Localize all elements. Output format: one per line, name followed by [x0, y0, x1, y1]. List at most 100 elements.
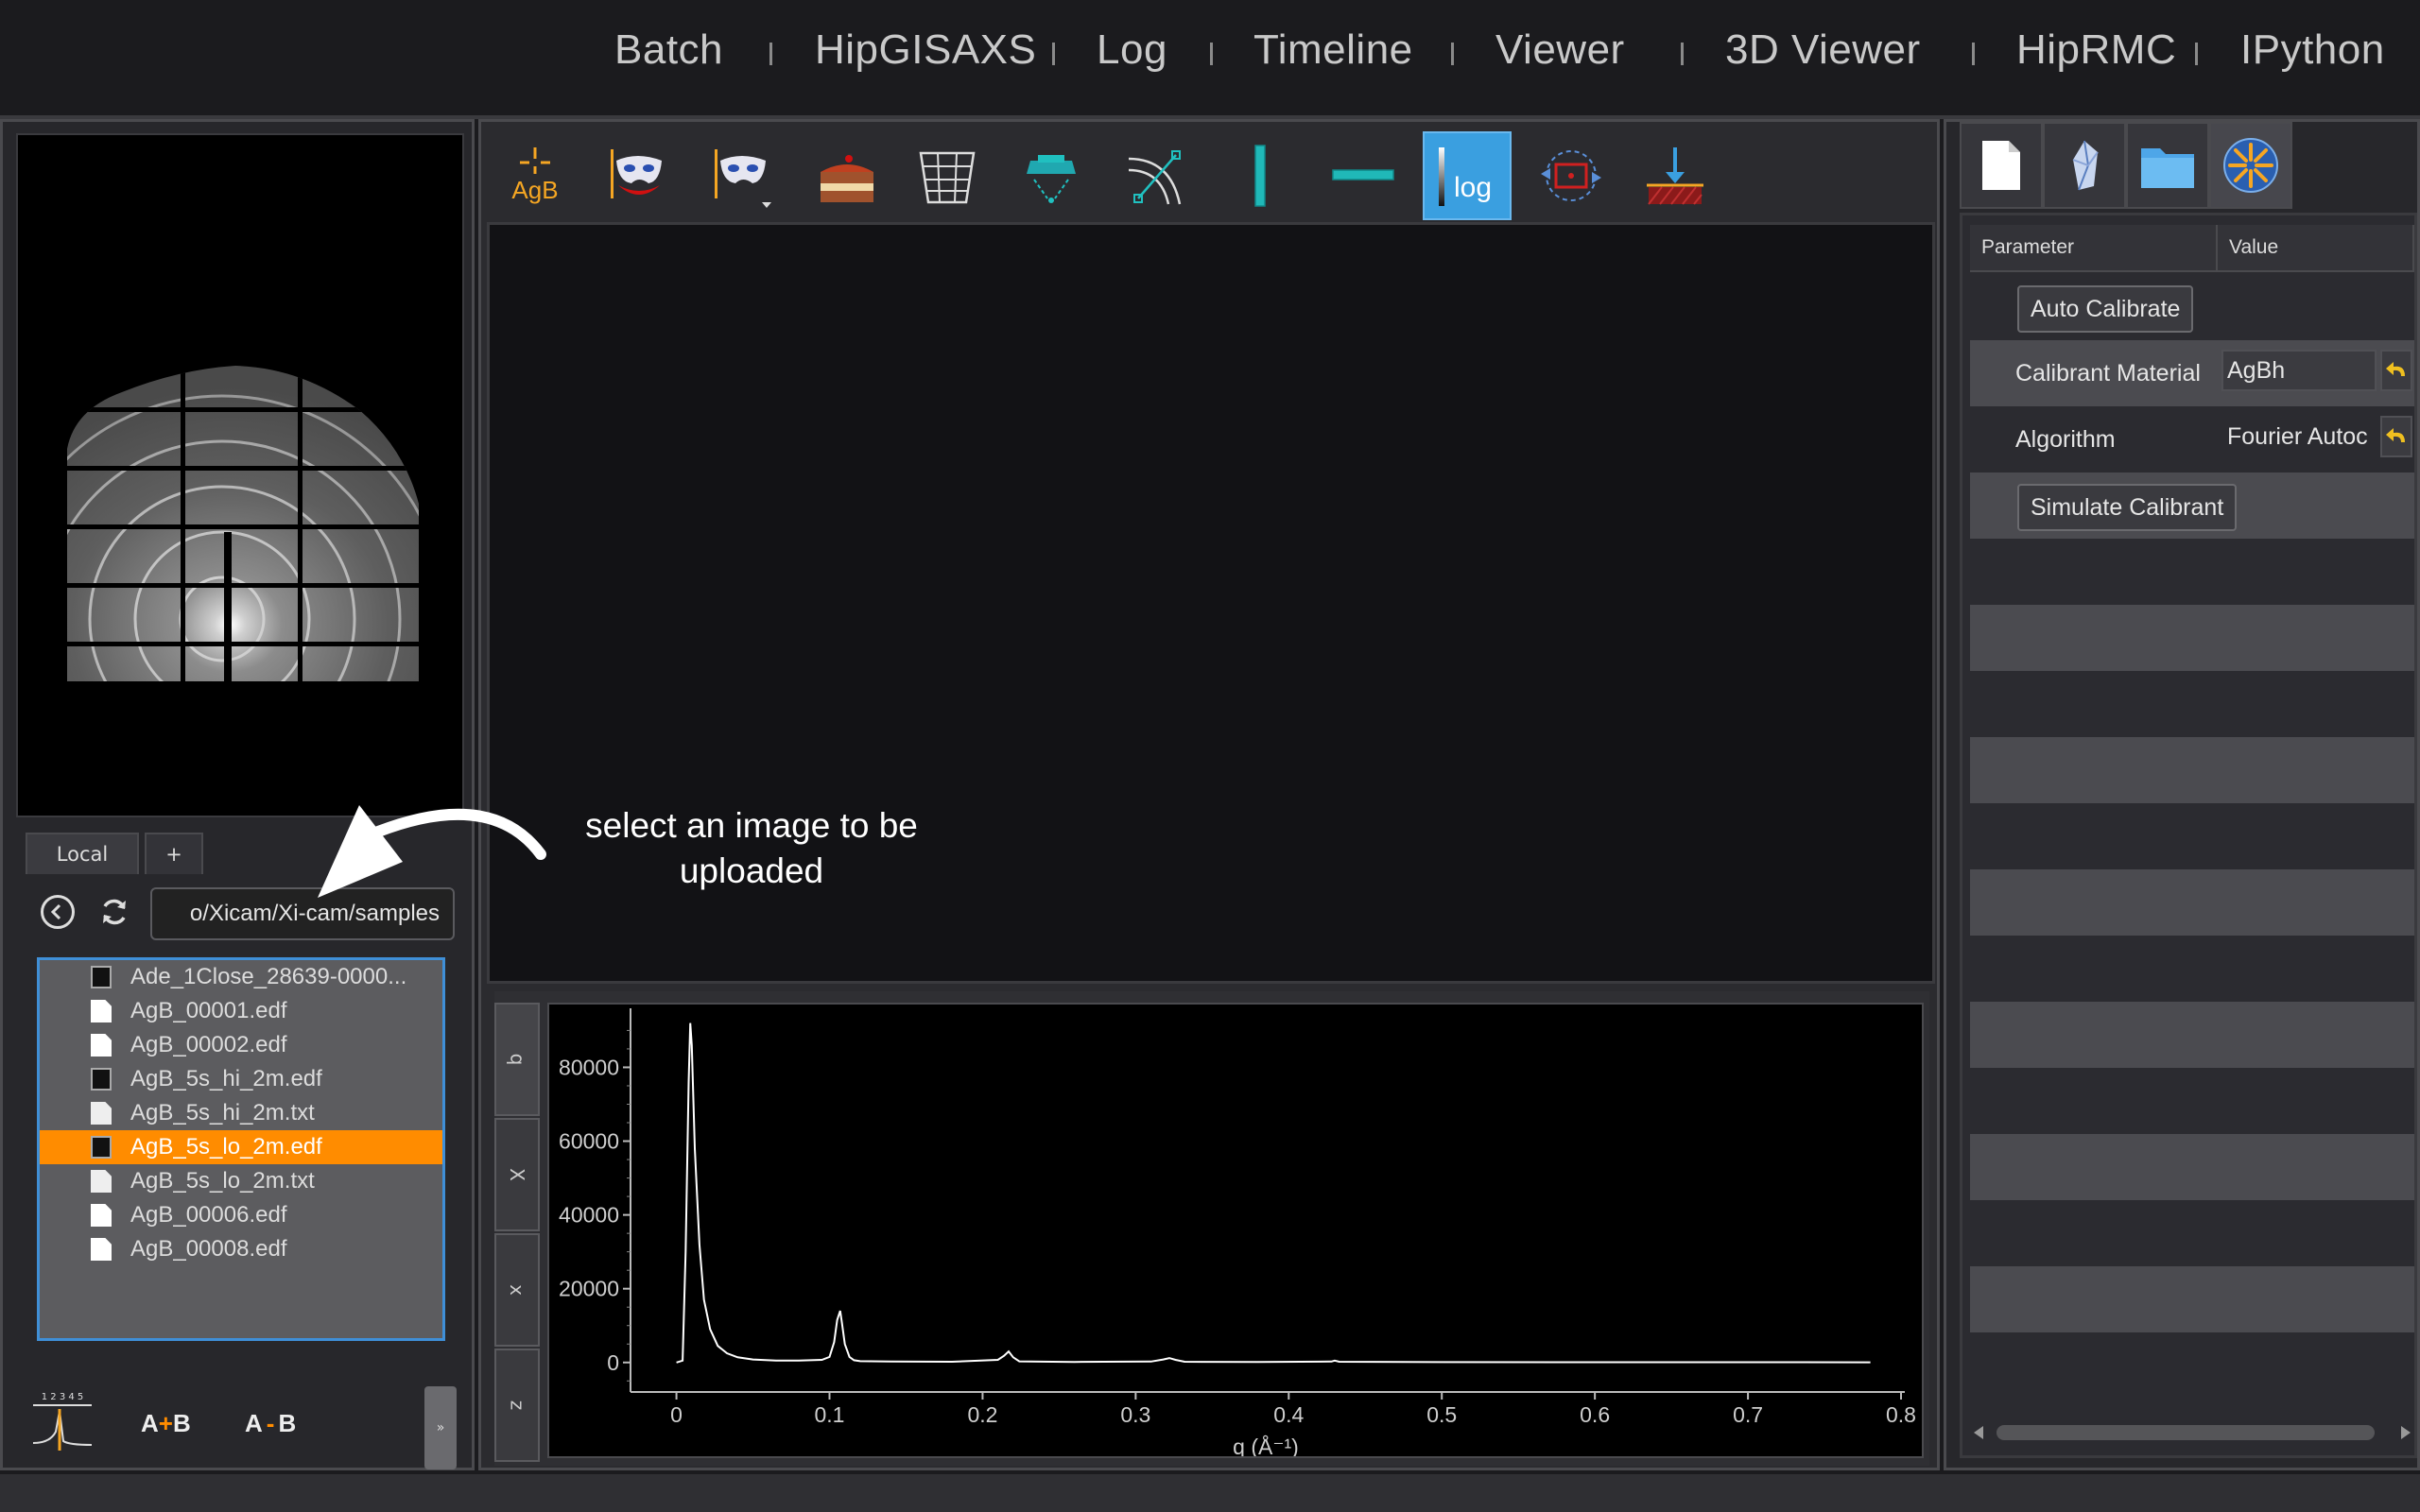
tab-document[interactable] [1960, 122, 2043, 209]
empty-row [1970, 671, 2414, 737]
log-scale-icon: log [1439, 147, 1492, 206]
file-row[interactable]: AgB_5s_lo_2m.txt [40, 1164, 442, 1198]
empty-row [1970, 737, 2414, 803]
timeline-digits: 1 2 3 4 5 [42, 1392, 84, 1402]
refresh-icon [103, 899, 126, 925]
file-row[interactable]: AgB_00002.edf [40, 1028, 442, 1062]
background-subtract-icon [1647, 147, 1703, 205]
waterfall-button[interactable] [903, 131, 992, 220]
y-tick-label: 20000 [559, 1277, 619, 1301]
chevron-left-icon [50, 903, 61, 920]
file-row-selected[interactable]: AgB_5s_lo_2m.edf [40, 1130, 442, 1164]
nav-hipgisaxs[interactable]: HipGISAXS [815, 26, 1036, 83]
center-refine-button[interactable] [1527, 131, 1616, 220]
nav-viewer[interactable]: Viewer [1495, 26, 1625, 83]
reset-calibrant-button[interactable] [2380, 350, 2412, 391]
arc-roi-button[interactable] [1111, 131, 1200, 220]
empty-row [1970, 803, 2414, 869]
tab-add[interactable]: + [145, 833, 203, 874]
collapse-panel-button[interactable]: » [424, 1386, 457, 1469]
status-bar [0, 1474, 2420, 1512]
file-row[interactable]: AgB_5s_hi_2m.txt [40, 1096, 442, 1130]
mask-dropdown-button[interactable] [697, 131, 786, 220]
mask-button[interactable] [593, 131, 682, 220]
empty-row [1970, 1134, 2414, 1200]
refresh-button[interactable] [97, 895, 131, 929]
op-operand-b: B [278, 1409, 297, 1437]
nav-timeline[interactable]: Timeline [1253, 26, 1413, 83]
tab-z-label: z [506, 1400, 528, 1411]
tab-calibration[interactable] [2209, 122, 2292, 209]
folder-icon [2141, 148, 2194, 188]
file-name: AgB_5s_lo_2m.edf [130, 1134, 322, 1160]
document-icon [91, 1238, 112, 1261]
file-row[interactable]: Ade_1Close_28639-0000... [40, 960, 442, 994]
simulate-calibrant-button[interactable]: Simulate Calibrant [2017, 484, 2238, 531]
y-tick-label: 60000 [559, 1129, 619, 1154]
log-scale-button[interactable]: log [1423, 131, 1512, 220]
agb-label: AgB [511, 176, 558, 204]
empty-row [1970, 869, 2414, 936]
crystal-icon [2072, 140, 2099, 191]
tab-q-label: q [505, 1053, 528, 1066]
empty-row [1970, 1332, 2414, 1399]
vertical-cut-button[interactable] [1215, 131, 1304, 220]
scrollbar-thumb[interactable] [1996, 1425, 2375, 1440]
file-name: AgB_5s_hi_2m.txt [130, 1100, 315, 1125]
y-tick-label: 40000 [559, 1203, 619, 1228]
auto-calibrate-button[interactable]: Auto Calibrate [2017, 285, 2194, 333]
nav-hiprmc[interactable]: HipRMC [2016, 26, 2176, 83]
plus-operator: + [158, 1409, 173, 1437]
remesh-icon [1027, 155, 1076, 203]
annotation-text: select an image to be uploaded [585, 806, 918, 890]
op-operand-b: B [172, 1409, 191, 1437]
file-row[interactable]: AgB_00008.edf [40, 1232, 442, 1266]
nav-log[interactable]: Log [1097, 26, 1167, 83]
nav-separator [1052, 43, 1055, 65]
file-row[interactable]: AgB_5s_hi_2m.edf [40, 1062, 442, 1096]
algorithm-field[interactable]: Fourier Autoc [2221, 416, 2377, 457]
calibrate-agb-icon: AgB [511, 147, 559, 204]
file-name: AgB_5s_lo_2m.txt [130, 1168, 315, 1194]
calibrant-material-field[interactable]: AgBh [2221, 350, 2377, 391]
row-simulate-calibrant: Simulate Calibrant [1970, 472, 2414, 539]
document-icon [1982, 141, 2020, 190]
tab-z[interactable]: z [494, 1349, 540, 1462]
back-button[interactable] [41, 895, 75, 929]
tab-crystal[interactable] [2043, 122, 2126, 209]
tab-chi[interactable]: X [494, 1118, 540, 1231]
image-preview [16, 133, 464, 817]
horizontal-cut-button[interactable] [1319, 131, 1408, 220]
file-row[interactable]: AgB_00006.edf [40, 1198, 442, 1232]
cake-button[interactable] [801, 131, 890, 220]
nav-batch[interactable]: Batch [614, 26, 723, 83]
document-icon [91, 1204, 112, 1227]
empty-row [1970, 1200, 2414, 1266]
timeline-button[interactable]: 1 2 3 4 5 [31, 1388, 94, 1454]
integration-plot-area: q X x z 0 20000 40000 60000 80000 0 0.1 0.2 0.3 0… [494, 991, 1929, 1466]
minus-operator: - [266, 1409, 275, 1437]
horizontal-scrollbar[interactable] [1970, 1419, 2414, 1446]
tab-x[interactable]: x [494, 1233, 540, 1347]
empty-row [1970, 605, 2414, 671]
y-tick-label: 0 [607, 1350, 619, 1375]
file-list[interactable]: Ade_1Close_28639-0000... AgB_00001.edf AgB… [37, 957, 445, 1341]
tab-q[interactable]: q [494, 1003, 540, 1116]
add-images-button[interactable]: A+B [141, 1409, 191, 1438]
nav-3d-viewer[interactable]: 3D Viewer [1725, 26, 1921, 83]
x-tick-label: 0.3 [1120, 1402, 1150, 1427]
nav-ipython[interactable]: IPython [2240, 26, 2385, 83]
x-axis-label: q (Å⁻¹) [1233, 1434, 1299, 1456]
q-integration-plot[interactable]: 0 20000 40000 60000 80000 0 0.1 0.2 0.3 0.4 0.5 0.6… [547, 1003, 1924, 1459]
subtract-images-button[interactable]: A-B [245, 1409, 296, 1438]
reset-algorithm-button[interactable] [2380, 416, 2412, 457]
background-subtract-button[interactable] [1631, 131, 1720, 220]
file-row[interactable]: AgB_00001.edf [40, 994, 442, 1028]
waterfall-icon [919, 151, 976, 204]
calibrate-agb-button[interactable]: AgB [491, 131, 579, 220]
tab-folder[interactable] [2126, 122, 2209, 209]
nav-separator [769, 43, 772, 65]
tab-local[interactable]: Local [26, 833, 139, 874]
vertical-cut-icon [1254, 145, 1266, 207]
remesh-button[interactable] [1007, 131, 1096, 220]
